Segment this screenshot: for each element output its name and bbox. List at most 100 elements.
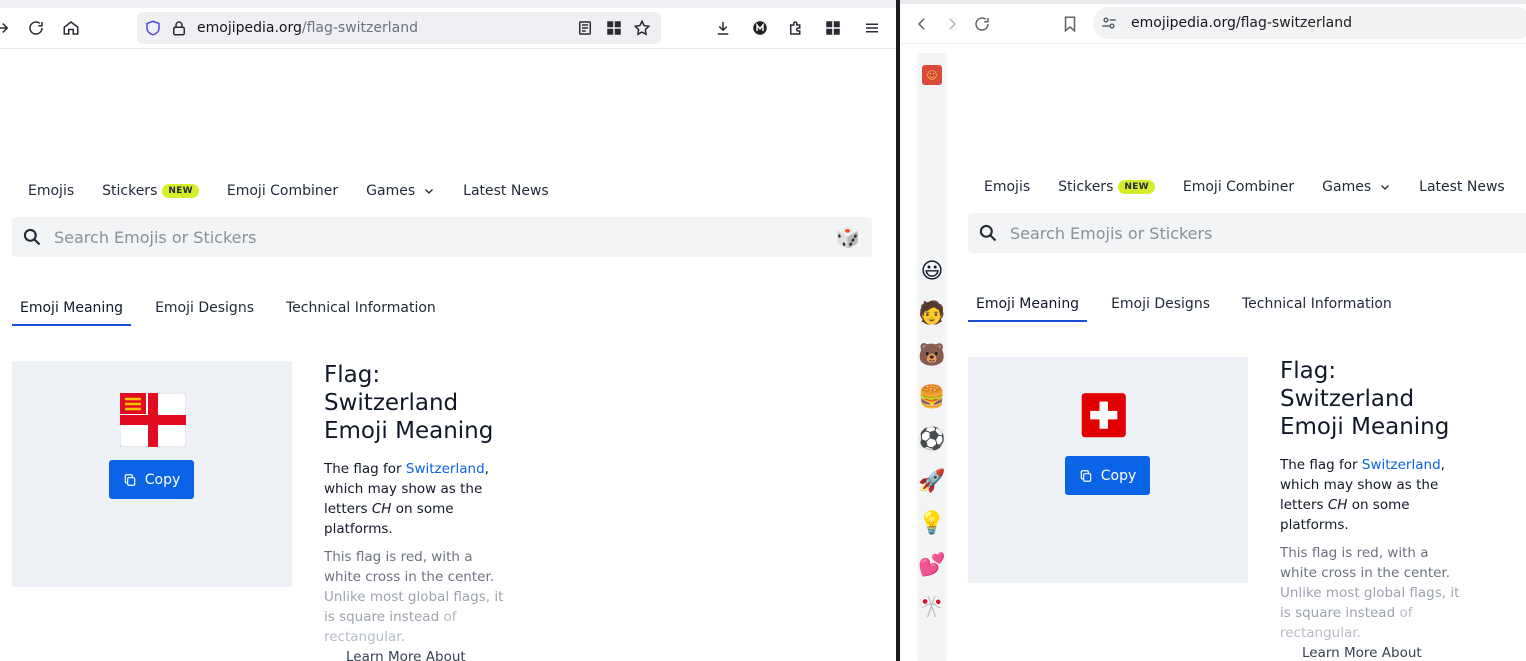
reload-icon[interactable] [24, 16, 48, 40]
nav-games-label: Games [366, 183, 416, 199]
bookmark-icon[interactable] [1058, 12, 1082, 36]
flag-sark-image [120, 393, 186, 447]
switzerland-link[interactable]: Switzerland [1362, 457, 1441, 473]
search-placeholder: Search Emojis or Stickers [54, 227, 257, 247]
tab-technical-information[interactable]: Technical Information [1234, 296, 1400, 322]
meaning-title: Flag: Switzerland Emoji Meaning [324, 361, 504, 445]
right-browser-window: emojipedia.org/flag-switzerland ☺ 😃 🧑 🐻 … [900, 0, 1526, 661]
category-flags-icon[interactable]: 🎌 [917, 593, 947, 623]
nav-emojis[interactable]: Emojis [984, 179, 1030, 195]
learn-more-link[interactable]: Learn More About [1302, 645, 1460, 661]
extension-grid-icon[interactable] [602, 16, 626, 40]
category-food-icon[interactable]: 🍔 [917, 383, 947, 413]
p1-before: The flag for [1280, 457, 1362, 473]
flag-switzerland-image [1081, 393, 1126, 438]
lock-icon[interactable] [167, 16, 191, 40]
chevron-down-icon [425, 189, 434, 194]
search-bar[interactable]: Search Emojis or Stickers 🎲 [12, 217, 872, 257]
category-travel-icon[interactable]: 🚀 [917, 467, 947, 497]
nav-emoji-combiner[interactable]: Emoji Combiner [227, 183, 338, 199]
meaning-section: Flag: Switzerland Emoji Meaning The flag… [1280, 357, 1460, 661]
title-line-2: Switzerland [324, 390, 459, 416]
tab-emoji-meaning[interactable]: Emoji Meaning [968, 296, 1088, 322]
menu-icon[interactable] [860, 16, 884, 40]
tab-emoji-designs[interactable]: Emoji Designs [1103, 296, 1218, 322]
category-symbols-icon[interactable]: 💕 [917, 551, 947, 581]
url-bar[interactable]: emojipedia.org/flag-switzerland [1093, 7, 1526, 39]
search-placeholder: Search Emojis or Stickers [1010, 223, 1213, 243]
category-objects-icon[interactable]: 💡 [917, 509, 947, 539]
p2-line-a: This flag is red, with a white cross in … [324, 549, 495, 585]
emoji-card: Copy [12, 361, 292, 587]
p2-line-b: Unlike most global flags, it is square i… [1280, 585, 1460, 621]
emojipedia-logo-icon[interactable]: ☺ [922, 65, 942, 85]
url-bar[interactable]: emojipedia.org/flag-switzerland [137, 12, 661, 44]
bookmark-star-icon[interactable] [630, 16, 654, 40]
url-path: /flag-switzerland [301, 20, 418, 36]
p2-line-a: This flag is red, with a white cross in … [1280, 545, 1451, 581]
tab-emoji-meaning[interactable]: Emoji Meaning [12, 300, 132, 326]
tab-technical-information[interactable]: Technical Information [278, 300, 444, 326]
nav-latest-news[interactable]: Latest News [1419, 179, 1505, 195]
title-line-1: Flag: [324, 362, 381, 388]
nav-games-label: Games [1322, 179, 1372, 195]
copy-icon [124, 473, 135, 486]
meaning-paragraph-1: The flag for Switzerland, which may show… [1280, 455, 1460, 535]
category-people-icon[interactable]: 🧑 [917, 299, 947, 329]
forward-icon[interactable] [0, 16, 14, 40]
learn-more-link[interactable]: Learn More About [346, 649, 504, 661]
extensions-puzzle-icon[interactable] [784, 16, 808, 40]
tab-bar: Emoji Meaning Emoji Designs Technical In… [12, 300, 460, 326]
tab-emoji-designs[interactable]: Emoji Designs [147, 300, 262, 326]
main-nav: Emojis Stickers NEW Emoji Combiner Games … [28, 183, 577, 199]
p1-letters: CH [1327, 497, 1348, 513]
meaning-paragraph-1: The flag for Switzerland, which may show… [324, 459, 504, 539]
nav-latest-news[interactable]: Latest News [463, 183, 549, 199]
right-toolbar: emojipedia.org/flag-switzerland [900, 0, 1526, 44]
switzerland-link[interactable]: Switzerland [406, 461, 485, 477]
new-badge: NEW [1118, 180, 1155, 194]
copy-button[interactable]: Copy [109, 460, 194, 499]
meaning-paragraph-2: This flag is red, with a white cross in … [324, 547, 504, 647]
meaning-section: Flag: Switzerland Emoji Meaning The flag… [324, 361, 504, 661]
url-domain: emojipedia.org [197, 20, 302, 36]
tracking-protection-icon[interactable] [141, 16, 165, 40]
site-settings-icon[interactable] [1097, 11, 1121, 35]
copy-icon [1080, 469, 1091, 482]
emoji-category-sidebar: ☺ 😃 🧑 🐻 🍔 ⚽ 🚀 💡 💕 🎌 [917, 53, 947, 661]
forward-icon[interactable] [940, 12, 964, 36]
nav-emojis[interactable]: Emojis [28, 183, 74, 199]
random-dice-icon[interactable]: 🎲 [835, 225, 860, 249]
meaning-title: Flag: Switzerland Emoji Meaning [1280, 357, 1460, 441]
apps-grid-icon[interactable] [821, 16, 845, 40]
nav-games[interactable]: Games [1322, 179, 1391, 195]
left-toolbar: emojipedia.org/flag-switzerland [0, 0, 896, 49]
category-animals-icon[interactable]: 🐻 [917, 341, 947, 371]
url-text[interactable]: emojipedia.org/flag-switzerland [1131, 15, 1352, 31]
home-icon[interactable] [59, 16, 83, 40]
p2-line-b: Unlike most global flags, it is square i… [324, 589, 504, 625]
copy-button[interactable]: Copy [1065, 456, 1150, 495]
reload-icon[interactable] [970, 12, 994, 36]
emoji-card: Copy [968, 357, 1248, 583]
nav-games[interactable]: Games [366, 183, 435, 199]
back-icon[interactable] [910, 12, 934, 36]
url-text[interactable]: emojipedia.org/flag-switzerland [197, 20, 418, 36]
nav-stickers[interactable]: Stickers NEW [1058, 179, 1155, 195]
nav-emoji-combiner[interactable]: Emoji Combiner [1183, 179, 1294, 195]
search-bar[interactable]: Search Emojis or Stickers [968, 213, 1526, 253]
search-icon [23, 228, 41, 246]
title-line-2: Switzerland [1280, 386, 1415, 412]
download-icon[interactable] [711, 16, 735, 40]
copy-label: Copy [1100, 467, 1137, 484]
category-activities-icon[interactable]: ⚽ [917, 425, 947, 455]
nav-stickers-label: Stickers [102, 183, 158, 199]
chevron-down-icon [1381, 185, 1390, 190]
account-m-icon[interactable] [748, 16, 772, 40]
title-line-3: Emoji Meaning [324, 418, 494, 444]
tab-bar: Emoji Meaning Emoji Designs Technical In… [968, 296, 1416, 322]
reader-view-icon[interactable] [573, 16, 597, 40]
learn-more-label: Learn More About [1302, 645, 1422, 661]
nav-stickers[interactable]: Stickers NEW [102, 183, 199, 199]
category-smileys-icon[interactable]: 😃 [917, 257, 947, 287]
